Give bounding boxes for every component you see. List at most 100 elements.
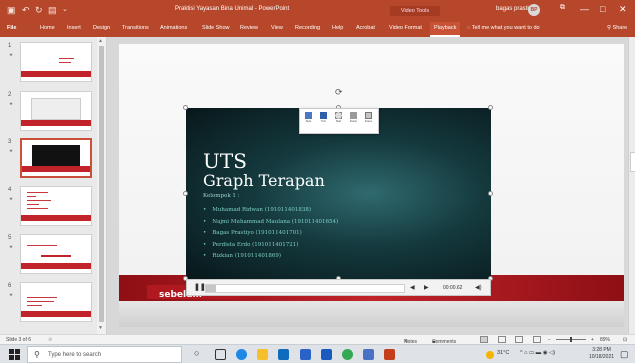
frame-icon xyxy=(365,112,372,119)
slide-thumbnail-1[interactable]: ▬▬▬▬▬ ▬▬▬▬ xyxy=(20,42,92,82)
slide-number: 1 xyxy=(8,43,12,49)
thumbnail-text: ▬▬▬▬▬ ▬▬▬▬ xyxy=(59,56,74,64)
list-item: Rizkian (191011401869) xyxy=(203,251,338,263)
word-icon[interactable] xyxy=(321,349,332,360)
reading-view-button[interactable] xyxy=(515,336,523,343)
tab-playback[interactable]: Playback xyxy=(430,22,461,37)
avatar[interactable]: BP xyxy=(528,4,540,16)
cortana-icon[interactable]: ○ xyxy=(194,348,205,359)
powerpoint-icon[interactable] xyxy=(384,349,395,360)
transition-star-icon: ★ xyxy=(9,292,14,297)
scrollbar-thumb[interactable] xyxy=(99,46,104,322)
style-button[interactable]: Style xyxy=(302,112,315,123)
title-bar: ▣ ↶ ↻ ▤ ⌄ Praktisi Yayasan Bina Unimal -… xyxy=(0,0,635,20)
chrome-icon[interactable] xyxy=(342,349,353,360)
slide-number: 4 xyxy=(8,187,12,193)
slide-number: 6 xyxy=(8,283,12,289)
tell-me-search[interactable]: ◌ Tell me what you want to do xyxy=(467,25,540,31)
windows-start-icon[interactable] xyxy=(9,349,20,360)
tab-slide-show[interactable]: Slide Show xyxy=(202,25,230,31)
slide-editing-canvas: sebelum ⟳ UTS Graph Terapan Kelompok 1 :… xyxy=(107,37,628,334)
start-icon xyxy=(335,112,342,119)
mail-icon[interactable] xyxy=(300,349,311,360)
save-icon[interactable]: ▣ xyxy=(7,4,16,16)
store-icon[interactable] xyxy=(278,349,289,360)
member-list: Muhamad Ridwan (191011401838) Najmi Muha… xyxy=(203,205,338,263)
trim-button[interactable]: Trim xyxy=(317,112,330,123)
taskbar-search[interactable]: ⚲ Type here to search xyxy=(27,346,182,363)
media-player-controls: ❚❚ ◀ ▶ 00:00.62 ◀) xyxy=(186,279,491,296)
task-view-icon[interactable] xyxy=(215,349,226,360)
normal-view-button[interactable] xyxy=(480,336,488,343)
media-progress-track[interactable] xyxy=(205,284,405,293)
pause-icon[interactable]: ❚❚ xyxy=(194,283,206,291)
file-explorer-icon[interactable] xyxy=(257,349,268,360)
tab-transitions[interactable]: Transitions xyxy=(122,25,149,31)
slide-sorter-button[interactable] xyxy=(498,336,506,343)
search-icon: ⚲ xyxy=(34,350,40,359)
tab-review[interactable]: Review xyxy=(240,25,258,31)
rotate-handle-icon[interactable]: ⟳ xyxy=(335,87,343,98)
resize-handle[interactable] xyxy=(183,191,188,196)
tab-file[interactable]: File xyxy=(7,25,16,31)
slide-thumbnail-6[interactable]: ▬▬▬▬▬▬▬▬▬▬ ▬▬▬▬▬▬▬▬▬ ▬▬▬▬▬ xyxy=(20,282,92,322)
zoom-slider-knob[interactable] xyxy=(570,337,572,342)
tab-help[interactable]: Help xyxy=(332,25,343,31)
tab-design[interactable]: Design xyxy=(93,25,110,31)
slide-thumbnail-5[interactable]: ▬▬▬▬▬▬▬▬▬▬ xyxy=(20,234,92,274)
resize-handle[interactable] xyxy=(183,105,188,110)
customize-toolbar-icon[interactable]: ⌄ xyxy=(62,4,68,16)
pane-toggle-button[interactable] xyxy=(630,152,635,172)
share-button[interactable]: ⚲ Share xyxy=(607,25,627,31)
edge-icon[interactable] xyxy=(236,349,247,360)
slide-thumbnail-2[interactable] xyxy=(20,91,92,131)
thumbnail-text: ▬▬▬▬▬▬▬ ▬▬▬ ▬▬▬▬▬▬▬▬ ▬▬▬▬ ▬▬▬▬▬▬▬ xyxy=(27,190,51,210)
fit-to-window-icon[interactable]: ⊡ xyxy=(623,337,627,343)
weather-temperature[interactable]: 31°C xyxy=(497,350,509,356)
start-button[interactable]: Start xyxy=(332,112,345,123)
transition-star-icon: ★ xyxy=(9,196,14,201)
redo-icon[interactable]: ↻ xyxy=(35,4,43,16)
slideshow-start-icon[interactable]: ▤ xyxy=(48,4,57,16)
video-frame-button[interactable]: Frame xyxy=(362,112,375,123)
thumbnail-text: ▬▬▬▬▬▬▬▬▬▬ xyxy=(27,243,57,247)
resize-handle[interactable] xyxy=(488,191,493,196)
notification-icon[interactable]: ▢ xyxy=(620,349,629,360)
trim-icon xyxy=(320,112,327,119)
poster-frame-button[interactable]: Poster xyxy=(347,112,360,123)
slide-thumbnail-4[interactable]: ▬▬▬▬▬▬▬ ▬▬▬ ▬▬▬▬▬▬▬▬ ▬▬▬▬ ▬▬▬▬▬▬▬ xyxy=(20,186,92,226)
step-forward-icon[interactable]: ▶ xyxy=(424,284,429,291)
resize-handle[interactable] xyxy=(488,105,493,110)
zoom-app-icon[interactable] xyxy=(363,349,374,360)
ribbon-display-options-icon[interactable]: ⧉ xyxy=(560,4,565,12)
zoom-out-icon[interactable]: − xyxy=(548,337,551,343)
step-back-icon[interactable]: ◀ xyxy=(410,284,415,291)
accessibility-icon[interactable]: ♲ xyxy=(48,337,52,343)
minimize-icon[interactable]: — xyxy=(580,4,589,14)
undo-icon[interactable]: ↶ xyxy=(22,4,30,16)
tab-home[interactable]: Home xyxy=(40,25,55,31)
slideshow-view-button[interactable] xyxy=(533,336,541,343)
maximize-icon[interactable]: □ xyxy=(600,4,605,14)
tab-insert[interactable]: Insert xyxy=(67,25,81,31)
system-clock[interactable]: 3:28 PM 10/18/2021 xyxy=(589,347,614,361)
style-icon xyxy=(305,112,312,119)
volume-icon[interactable]: ◀) xyxy=(475,284,482,291)
tab-animations[interactable]: Animations xyxy=(160,25,187,31)
tab-view[interactable]: View xyxy=(271,25,283,31)
thumbnail-scrollbar[interactable]: ▲ ▼ xyxy=(97,37,106,334)
tray-icons[interactable]: ^ ⌂ ▭ ▬ ◉ ◁) xyxy=(520,350,555,356)
status-bar: Slide 3 of 6 ♲ ≙ Notes ▰ Comments − + 89… xyxy=(0,334,635,345)
tab-video-format[interactable]: Video Format xyxy=(389,25,422,31)
weather-icon[interactable] xyxy=(486,351,494,359)
tab-acrobat[interactable]: Acrobat xyxy=(356,25,375,31)
scroll-up-icon[interactable]: ▲ xyxy=(98,38,103,44)
scroll-down-icon[interactable]: ▼ xyxy=(98,325,103,331)
window-title: Praktisi Yayasan Bina Unimal - PowerPoin… xyxy=(175,6,290,12)
tab-recording[interactable]: Recording xyxy=(295,25,320,31)
thumbnail-band xyxy=(21,263,91,269)
zoom-level[interactable]: 89% xyxy=(600,337,610,343)
close-icon[interactable]: ✕ xyxy=(619,4,627,15)
slide-thumbnail-3[interactable] xyxy=(20,138,92,178)
zoom-in-icon[interactable]: + xyxy=(591,337,594,343)
